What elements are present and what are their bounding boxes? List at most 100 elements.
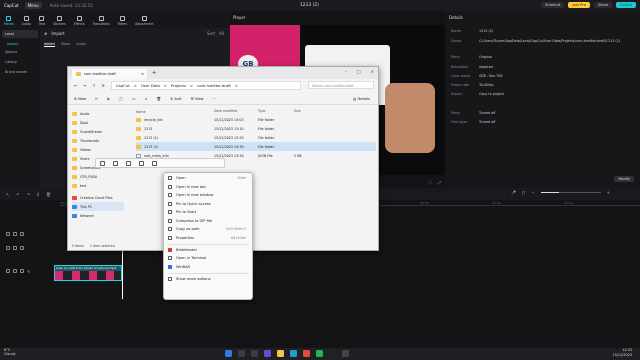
menu-item-open-new-tab[interactable]: Open in new tab (164, 183, 252, 192)
split-icon[interactable]: ⫼ (37, 192, 39, 197)
menu-item-properties[interactable]: Properties Alt+Enter (164, 234, 252, 243)
tool-text[interactable]: Text (39, 16, 45, 26)
menu-item-open[interactable]: Open Enter (164, 174, 252, 183)
nav-item[interactable]: Network (72, 211, 124, 220)
close-window-icon[interactable]: × (371, 69, 374, 74)
delete-icon[interactable] (152, 160, 157, 166)
filter-all-button[interactable]: All (219, 31, 224, 36)
video-clip[interactable]: scan qr code from photo on iphone.mp4 (54, 265, 122, 281)
share-button[interactable]: Share (593, 2, 613, 8)
tool-media[interactable]: Media (4, 16, 14, 26)
join-pro-button[interactable]: Join Pro (568, 2, 590, 8)
file-row[interactable]: 1213 (1) 15/12/2023 13:29 File folder (136, 133, 376, 142)
mic-icon[interactable]: 🎤 (511, 190, 516, 195)
audio-icon[interactable] (20, 232, 24, 236)
search-input[interactable]: Search com.lveditor.draft (308, 81, 374, 89)
menu-item-copy-path[interactable]: Copy as path Ctrl+Shift+C (164, 225, 252, 234)
refresh-icon[interactable]: ⟳ (102, 83, 105, 88)
tool-audio[interactable]: Audio (22, 16, 31, 26)
tool-filters[interactable]: Filters (118, 16, 127, 26)
file-row[interactable]: recycle_bin 15/12/2023 13:03 File folder (136, 115, 376, 124)
eye-icon[interactable] (13, 269, 17, 273)
eye-icon[interactable] (13, 232, 17, 236)
new-tab-icon[interactable]: + (152, 70, 156, 76)
select-tool-icon[interactable]: ↖ (6, 192, 9, 197)
menu-item-pin-quick-access[interactable]: Pin to Quick access (164, 200, 252, 209)
explorer-tab[interactable]: com.lveditor.draft × (72, 69, 147, 79)
nav-item[interactable]: Audio (72, 109, 124, 118)
nav-item[interactable]: Creative Cloud Files (72, 193, 124, 202)
sort-button[interactable]: ⇅ Sort (170, 97, 182, 101)
rename-icon[interactable]: ▭ (132, 97, 135, 101)
redo-icon[interactable]: ↷ (27, 192, 30, 197)
undo-icon[interactable]: ↶ (16, 192, 19, 197)
sidebar-item-library[interactable]: Library (2, 58, 38, 66)
audio-icon[interactable] (20, 246, 24, 250)
chrome-icon[interactable] (303, 350, 310, 357)
nav-item[interactable]: Videos (72, 145, 124, 154)
nav-item[interactable]: GTR_FNSA (72, 172, 124, 181)
view-button[interactable]: ☰ View (191, 97, 204, 101)
nav-item[interactable]: This PC (72, 202, 124, 211)
back-icon[interactable]: ← (74, 83, 77, 88)
sort-button[interactable]: Sort (207, 31, 215, 36)
weather-widget[interactable]: 8°C Cloudy (4, 348, 16, 356)
paste-icon[interactable]: 📋 (119, 97, 123, 101)
column-date[interactable]: Date modified (214, 109, 258, 115)
menu-item-open-new-window[interactable]: Open in new window (164, 191, 252, 200)
menu-item-show-more[interactable]: Show more options (164, 275, 252, 284)
sidebar-item-local[interactable]: Local (2, 30, 38, 38)
nav-item[interactable]: Dipsi (72, 118, 124, 127)
maximize-icon[interactable]: □ (357, 69, 361, 74)
export-button[interactable]: Export (616, 2, 636, 8)
zoom-in-icon[interactable]: + (607, 190, 610, 195)
delete-icon[interactable]: 🗑 (46, 192, 51, 197)
tool-effects[interactable]: Effects (74, 16, 85, 26)
teams-icon[interactable] (264, 350, 271, 357)
copy-icon[interactable]: ⧉ (107, 97, 110, 101)
tab-added[interactable]: Added (44, 42, 55, 47)
tab-video[interactable]: Video (61, 42, 71, 47)
menu-item-bitdefender[interactable]: Bitdefender (164, 246, 252, 255)
forward-icon[interactable]: → (83, 83, 86, 88)
new-button[interactable]: ⊕ New (74, 97, 86, 101)
file-row[interactable]: 1213 15/12/2023 13:10 File folder (136, 124, 376, 133)
column-type[interactable]: Type (258, 109, 294, 115)
cut-icon[interactable]: ✂ (95, 97, 98, 101)
sidebar-item-import[interactable]: Import (2, 40, 38, 48)
task-view-icon[interactable] (251, 350, 258, 357)
tool-adjustment[interactable]: Adjustment (135, 16, 153, 26)
menu-item-compress-zip[interactable]: Compress to ZIP file (164, 217, 252, 226)
details-button[interactable]: ▤ Details (353, 97, 370, 101)
zoom-slider[interactable] (540, 191, 601, 194)
zoom-out-icon[interactable]: − (531, 190, 534, 195)
breadcrumb[interactable]: CapCut > User Data > Projects > com.lved… (110, 80, 301, 90)
lock-icon[interactable] (6, 246, 10, 250)
capcut-icon[interactable] (329, 350, 336, 357)
file-explorer-icon[interactable] (277, 350, 284, 357)
import-icon[interactable]: ⊕ (44, 31, 47, 36)
shortcut-button[interactable]: Shortcut (541, 2, 565, 8)
edge-icon[interactable] (290, 350, 297, 357)
up-icon[interactable]: ↑ (92, 83, 95, 88)
eye-icon[interactable] (13, 246, 17, 250)
clock[interactable]: 13:33 15/12/2023 (612, 348, 632, 357)
nav-item[interactable]: test (72, 181, 124, 190)
column-size[interactable]: Size (294, 109, 318, 115)
import-button[interactable]: Import (51, 31, 64, 36)
menu-button[interactable]: Menu (24, 2, 42, 9)
nav-item[interactable]: Thumbnails (72, 136, 124, 145)
more-icon[interactable]: ··· (213, 97, 216, 101)
tool-stickers[interactable]: Stickers (53, 16, 66, 26)
tool-transitions[interactable]: Transitions (93, 16, 110, 26)
menu-item-pin-start[interactable]: Pin to Start (164, 208, 252, 217)
cover-edit-icon[interactable]: ✎ (27, 269, 30, 274)
magnet-icon[interactable]: ⋂ (522, 190, 525, 195)
menu-item-winrar[interactable]: WinRAR (164, 263, 252, 272)
share-icon[interactable]: ↗ (144, 97, 147, 101)
nav-item[interactable]: GuardStream (72, 127, 124, 136)
copy-icon[interactable] (113, 160, 118, 166)
sidebar-item-brand-assets[interactable]: Brand assets (2, 68, 38, 76)
close-icon[interactable]: × (141, 72, 144, 76)
minimize-icon[interactable]: – (345, 69, 347, 74)
